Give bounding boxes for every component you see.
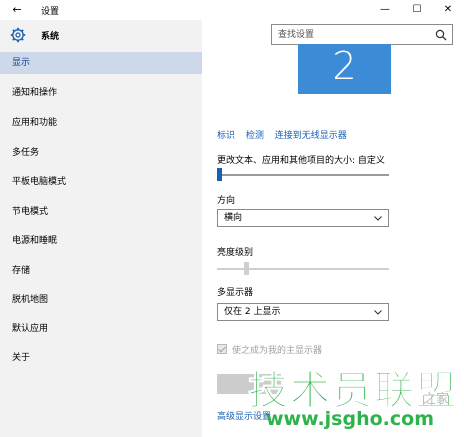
sidebar: 系统 显示 通知和操作 应用和功能 多任务 平板电脑模式 节电模式 电源和睡眠 … <box>0 20 202 437</box>
gear-icon <box>10 27 26 43</box>
multi-display-dropdown[interactable]: 仅在 2 上显示 <box>217 303 389 321</box>
brightness-slider-thumb <box>243 262 249 275</box>
sidebar-header-label: 系统 <box>41 32 60 42</box>
search-icon[interactable] <box>435 29 447 41</box>
minimize-button[interactable]: — <box>370 0 400 20</box>
back-arrow-icon[interactable]: ← <box>10 3 24 17</box>
sidebar-item-storage[interactable]: 存储 <box>0 260 202 282</box>
close-button[interactable]: ✕ <box>433 0 463 20</box>
sidebar-item-tablet-mode[interactable]: 平板电脑模式 <box>0 171 202 193</box>
connect-wireless-link[interactable]: 连接到无线显示器 <box>275 131 347 141</box>
sidebar-item-power-sleep[interactable]: 电源和睡眠 <box>0 230 202 252</box>
sidebar-item-display[interactable]: 显示 <box>0 52 202 74</box>
identify-link[interactable]: 标识 <box>217 131 235 141</box>
primary-display-checkbox <box>217 344 227 354</box>
sidebar-item-notifications[interactable]: 通知和操作 <box>0 82 202 104</box>
orientation-dropdown[interactable]: 横向 <box>217 209 389 227</box>
brightness-label: 亮度级别 <box>217 248 254 258</box>
chevron-down-icon <box>374 310 382 315</box>
title-bar: ← 设置 — ☐ ✕ <box>0 0 464 20</box>
sidebar-item-default-apps[interactable]: 默认应用 <box>0 318 202 340</box>
scale-slider-thumb[interactable] <box>217 168 222 181</box>
multi-display-value: 仅在 2 上显示 <box>224 307 281 317</box>
orientation-value: 横向 <box>224 213 243 223</box>
scale-label: 更改文本、应用和其他项目的大小: 自定义 <box>217 156 385 166</box>
primary-display-label: 使之成为我的主显示器 <box>232 346 323 356</box>
window-title: 设置 <box>41 7 60 17</box>
display-links: 标识 检测 连接到无线显示器 <box>217 128 355 141</box>
sidebar-item-multitasking[interactable]: 多任务 <box>0 142 202 164</box>
monitor-preview[interactable]: 2 <box>298 44 391 94</box>
watermark-side: 之家 <box>423 392 450 407</box>
detect-link[interactable]: 检测 <box>246 131 264 141</box>
sidebar-item-offline-maps[interactable]: 脱机地图 <box>0 289 202 311</box>
sidebar-header: 系统 <box>0 20 202 50</box>
primary-display-row: 使之成为我的主显示器 <box>217 343 322 356</box>
watermark: 技术员联盟 www.jsgho.com 之家 <box>228 358 460 437</box>
maximize-button[interactable]: ☐ <box>402 0 432 20</box>
search-box[interactable] <box>271 24 453 45</box>
watermark-url: www.jsgho.com <box>266 408 434 430</box>
chevron-down-icon <box>374 216 382 221</box>
orientation-label: 方向 <box>217 196 236 206</box>
sidebar-item-battery-saver[interactable]: 节电模式 <box>0 201 202 223</box>
scale-slider-track[interactable] <box>217 174 389 176</box>
sidebar-item-about[interactable]: 关于 <box>0 347 202 369</box>
search-input[interactable] <box>272 25 427 44</box>
multi-display-label: 多显示器 <box>217 288 254 298</box>
sidebar-item-apps[interactable]: 应用和功能 <box>0 112 202 134</box>
